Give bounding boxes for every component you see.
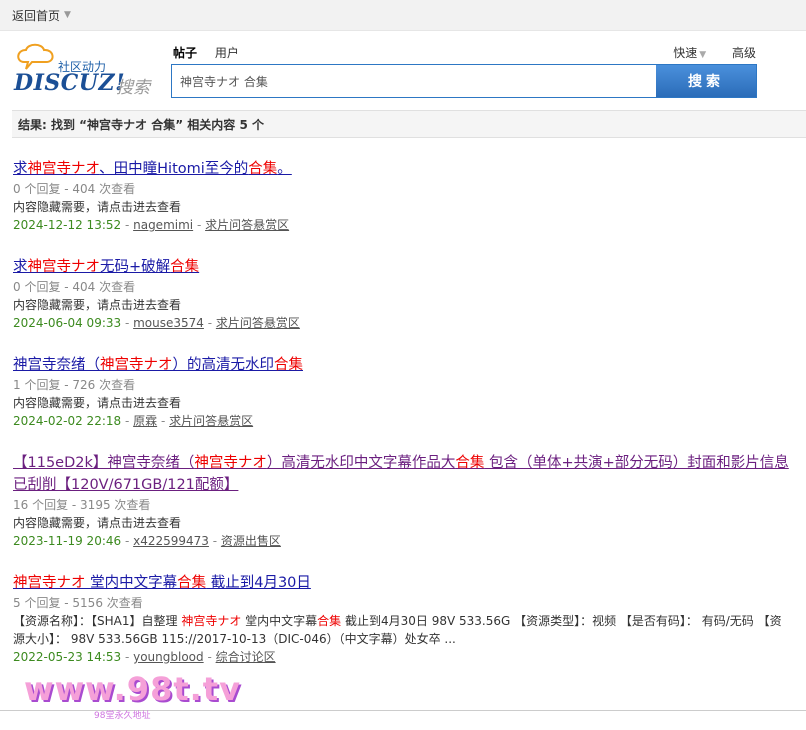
logo-search-word: 搜索: [116, 78, 150, 98]
tab-posts[interactable]: 帖子: [173, 46, 197, 60]
top-bar: 返回首页 ▼: [0, 0, 806, 31]
result-desc: 内容隐藏需要，请点击进去查看: [13, 516, 182, 530]
result-footer: 2022-05-23 14:53 - youngblood - 综合讨论区: [13, 650, 276, 664]
tab-users[interactable]: 用户: [215, 46, 239, 60]
result-meta: 16 个回复 - 3195 次查看: [13, 498, 151, 512]
result-footer: 2024-12-12 13:52 - nagemimi - 求片问答悬赏区: [13, 218, 290, 232]
quick-search-toggle[interactable]: 快速 ▼: [673, 46, 706, 60]
result-meta: 5 个回复 - 5156 次查看: [13, 596, 143, 610]
result-date: 2022-05-23 14:53: [13, 650, 122, 664]
list-item: 神宫寺ナオ 堂内中文字幕合集 截止到4月30日 5 个回复 - 5156 次查看…: [13, 572, 793, 666]
result-title[interactable]: 【115eD2k】神宫寺奈绪（神宫寺ナオ）高清无水印中文字幕作品大合集 包含（单…: [13, 452, 793, 496]
result-title[interactable]: 求神宫寺ナオ无码+破解合集: [13, 256, 793, 278]
result-author[interactable]: mouse3574: [133, 316, 204, 330]
search-button[interactable]: 搜索: [656, 65, 756, 97]
result-forum[interactable]: 求片问答悬赏区: [169, 414, 253, 428]
result-desc: 内容隐藏需要，请点击进去查看: [13, 396, 182, 410]
result-desc: 【资源名称】：【SHA1】自整理 神宫寺ナオ 堂内中文字幕合集 截止到4月30日…: [13, 614, 782, 646]
search-options: 快速 ▼ 高级: [673, 44, 756, 61]
result-author[interactable]: 原霖: [133, 414, 157, 428]
result-author[interactable]: x422599473: [133, 534, 209, 548]
search-type-tabs: 帖子 用户: [173, 44, 253, 61]
result-title[interactable]: 求神宫寺ナオ、田中瞳Hitomi至今的合集。: [13, 158, 793, 180]
watermark-text: www.98t.tv: [24, 670, 241, 708]
search-input[interactable]: [172, 65, 656, 97]
home-link[interactable]: 返回首页: [12, 7, 60, 24]
discuz-logo[interactable]: 社区动力 DISCUZ! 搜索: [14, 40, 154, 100]
result-footer: 2024-06-04 09:33 - mouse3574 - 求片问答悬赏区: [13, 316, 300, 330]
list-item: 求神宫寺ナオ无码+破解合集 0 个回复 - 404 次查看 内容隐藏需要，请点击…: [13, 256, 793, 332]
result-forum[interactable]: 综合讨论区: [216, 650, 276, 664]
result-date: 2024-12-12 13:52: [13, 218, 122, 232]
logo-brand: DISCUZ!: [14, 70, 126, 96]
list-item: 神宫寺奈绪（神宫寺ナオ）的高清无水印合集 1 个回复 - 726 次查看 内容隐…: [13, 354, 793, 430]
result-date: 2024-02-02 22:18: [13, 414, 122, 428]
result-title[interactable]: 神宫寺ナオ 堂内中文字幕合集 截止到4月30日: [13, 572, 793, 594]
result-title[interactable]: 神宫寺奈绪（神宫寺ナオ）的高清无水印合集: [13, 354, 793, 376]
quick-search-label: 快速: [673, 46, 698, 60]
result-footer: 2023-11-19 20:46 - x422599473 - 资源出售区: [13, 534, 281, 548]
result-author[interactable]: youngblood: [133, 650, 204, 664]
result-footer: 2024-02-02 22:18 - 原霖 - 求片问答悬赏区: [13, 414, 254, 428]
list-item: 【115eD2k】神宫寺奈绪（神宫寺ナオ）高清无水印中文字幕作品大合集 包含（单…: [13, 452, 793, 550]
result-forum[interactable]: 资源出售区: [221, 534, 281, 548]
speech-bubble-icon: [17, 43, 54, 70]
advanced-search-link[interactable]: 高级: [732, 46, 756, 60]
chevron-down-icon: ▼: [699, 50, 707, 60]
result-forum[interactable]: 求片问答悬赏区: [216, 316, 300, 330]
result-meta: 0 个回复 - 404 次查看: [13, 182, 136, 196]
result-meta: 1 个回复 - 726 次查看: [13, 378, 136, 392]
result-author[interactable]: nagemimi: [133, 218, 193, 232]
result-meta: 0 个回复 - 404 次查看: [13, 280, 136, 294]
search-box: 搜索: [171, 64, 757, 98]
list-item: 求神宫寺ナオ、田中瞳Hitomi至今的合集。 0 个回复 - 404 次查看 内…: [13, 158, 793, 234]
result-desc: 内容隐藏需要，请点击进去查看: [13, 298, 182, 312]
result-summary: 结果: 找到 “神宫寺ナオ 合集” 相关内容 5 个: [12, 110, 806, 138]
result-forum[interactable]: 求片问答悬赏区: [205, 218, 289, 232]
chevron-down-icon[interactable]: ▼: [64, 10, 71, 20]
result-desc: 内容隐藏需要，请点击进去查看: [13, 200, 182, 214]
result-date: 2024-06-04 09:33: [13, 316, 122, 330]
result-date: 2023-11-19 20:46: [13, 534, 122, 548]
watermark-subtext: 98堂永久地址: [94, 711, 151, 721]
result-list: 求神宫寺ナオ、田中瞳Hitomi至今的合集。 0 个回复 - 404 次查看 内…: [13, 158, 793, 688]
site-watermark: www.98t.tv 98堂永久地址: [24, 670, 244, 721]
